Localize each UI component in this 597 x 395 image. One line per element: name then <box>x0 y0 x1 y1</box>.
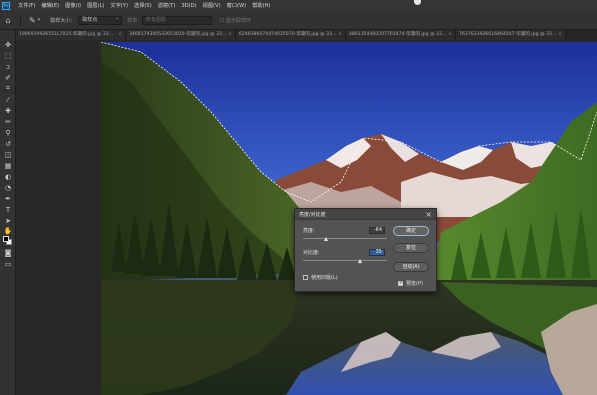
menu-filter[interactable]: 滤镜(T) <box>158 2 176 9</box>
document-tab[interactable]: 6240386074474035070-华黛的.jpg @ 33... × <box>236 30 346 40</box>
menu-select[interactable]: 选择(S) <box>134 2 152 9</box>
document-tabs: 1986919926551L7025-华黛的.jpg @ 33... × 3468… <box>16 30 597 40</box>
brightness-field[interactable]: -64 <box>369 227 385 234</box>
foreground-color-swatch[interactable] <box>3 236 9 242</box>
eyedropper-tool-icon[interactable]: ⁄ <box>2 95 14 104</box>
hand-tool-icon[interactable]: ✋ <box>2 226 14 235</box>
tab-label: 7627633926616464547-华黛的.jpg @ 33... <box>459 32 557 37</box>
show-sampling-ring-label: 显示取样环 <box>226 17 252 24</box>
gradient-tool-icon[interactable]: ▦ <box>2 161 14 170</box>
lasso-tool-icon[interactable]: ↄ <box>2 62 14 71</box>
close-icon[interactable]: × <box>448 30 452 40</box>
close-icon[interactable]: × <box>425 209 432 220</box>
preview-checkbox[interactable] <box>398 280 403 286</box>
brightness-contrast-dialog: 亮度/对比度 × 亮度: -64 对比度: 35 使用旧版(L) 确定 复位 自… <box>294 208 437 292</box>
options-bar: ⌂ ✎ ▾ 取样大小： 取样点 样本: 所有图层 ☐ 显示取样环 <box>0 11 597 30</box>
path-select-tool-icon[interactable]: ➤ <box>2 216 14 225</box>
menu-file[interactable]: 文件(F) <box>18 2 35 9</box>
dialog-titlebar[interactable]: 亮度/对比度 × <box>295 209 436 220</box>
photoshop-logo-icon: Ps <box>2 1 10 10</box>
divider <box>20 14 21 26</box>
contrast-field[interactable]: 35 <box>369 249 385 256</box>
tools-panel: ✥ ⬚ ↄ ✐ ⌗ ⁄ ✚ ✏ ⚲ ↺ ◫ ▦ ◐ ◔ ✒ T ➤ ✋ ◙ ▭ <box>0 30 16 395</box>
brightness-slider-thumb[interactable] <box>324 237 328 241</box>
preview-label: 预览(P) <box>406 281 423 287</box>
menu-image[interactable]: 图像(I) <box>65 2 81 9</box>
menu-layer[interactable]: 图层(L) <box>87 2 104 9</box>
document-tab[interactable]: 1986919926551L7025-华黛的.jpg @ 33... × <box>16 30 126 40</box>
auto-button[interactable]: 自动(A) <box>393 262 429 272</box>
menu-type[interactable]: 文字(Y) <box>110 2 128 9</box>
chevron-down-icon[interactable]: ▾ <box>38 17 41 23</box>
close-icon[interactable]: × <box>558 30 562 40</box>
document-tab[interactable]: 4861354460297765474-华黛的.jpg @ 33... × <box>346 30 456 40</box>
type-tool-icon[interactable]: T <box>2 205 14 214</box>
brightness-label: 亮度: <box>303 228 315 234</box>
sample-size-label: 取样大小： <box>50 17 76 24</box>
menu-edit[interactable]: 编辑(E) <box>41 2 59 9</box>
crop-tool-icon[interactable]: ⌗ <box>2 84 14 93</box>
menu-bar: Ps 文件(F) 编辑(E) 图像(I) 图层(L) 文字(Y) 选择(S) 滤… <box>0 0 597 11</box>
quick-select-tool-icon[interactable]: ✐ <box>2 73 14 82</box>
show-sampling-ring-checkbox[interactable]: ☐ 显示取样环 <box>220 17 251 24</box>
menu-help[interactable]: 帮助(H) <box>252 2 270 9</box>
legacy-label: 使用旧版(L) <box>311 275 338 281</box>
menu-3d[interactable]: 3D(D) <box>181 3 196 9</box>
contrast-slider-track[interactable] <box>303 260 387 261</box>
history-brush-tool-icon[interactable]: ↺ <box>2 139 14 148</box>
brush-tool-icon[interactable]: ✏ <box>2 117 14 126</box>
contrast-label: 对比度: <box>303 250 320 256</box>
dialog-title: 亮度/对比度 <box>299 212 326 218</box>
home-icon[interactable]: ⌂ <box>0 16 16 25</box>
pen-tool-icon[interactable]: ✒ <box>2 194 14 203</box>
sample-layers-select[interactable]: 所有图层 <box>141 15 212 25</box>
dodge-tool-icon[interactable]: ◔ <box>2 183 14 192</box>
close-icon[interactable]: × <box>118 30 122 40</box>
tab-label: 3468179300532653020-华黛的.jpg @ 33... <box>129 32 227 37</box>
brightness-slider-track[interactable] <box>303 238 387 239</box>
quick-mask-icon[interactable]: ◙ <box>2 248 14 257</box>
eraser-tool-icon[interactable]: ◫ <box>2 150 14 159</box>
document-tab[interactable]: 3468179300532653020-华黛的.jpg @ 33... × <box>126 30 236 40</box>
close-icon[interactable]: × <box>228 30 232 40</box>
healing-tool-icon[interactable]: ✚ <box>2 106 14 115</box>
sample-size-select[interactable]: 取样点 <box>78 15 123 25</box>
sample-label: 样本: <box>127 17 139 24</box>
close-icon[interactable]: × <box>338 30 342 40</box>
document-tab[interactable]: 7627633926616464547-华黛的.jpg @ 33... × <box>456 30 566 40</box>
tab-label: 1986919926551L7025-华黛的.jpg @ 33... <box>19 32 113 37</box>
screen-mode-icon[interactable]: ▭ <box>2 259 14 268</box>
reset-button[interactable]: 复位 <box>393 243 429 253</box>
legacy-checkbox[interactable] <box>303 275 308 280</box>
blur-tool-icon[interactable]: ◐ <box>2 172 14 181</box>
tab-label: 4861354460297765474-华黛的.jpg @ 33... <box>349 32 447 37</box>
contrast-slider-thumb[interactable] <box>358 259 362 263</box>
window-control-icon[interactable] <box>414 0 421 5</box>
tab-label: 6240386074474035070-华黛的.jpg @ 33... <box>239 32 337 37</box>
menu-view[interactable]: 视图(V) <box>203 2 221 9</box>
eyedropper-icon[interactable]: ✎ <box>29 16 36 25</box>
ok-button[interactable]: 确定 <box>393 226 429 236</box>
clone-stamp-tool-icon[interactable]: ⚲ <box>2 128 14 137</box>
move-tool-icon[interactable]: ✥ <box>2 40 14 49</box>
marquee-tool-icon[interactable]: ⬚ <box>2 51 14 60</box>
menu-window[interactable]: 窗口(W) <box>227 2 247 9</box>
